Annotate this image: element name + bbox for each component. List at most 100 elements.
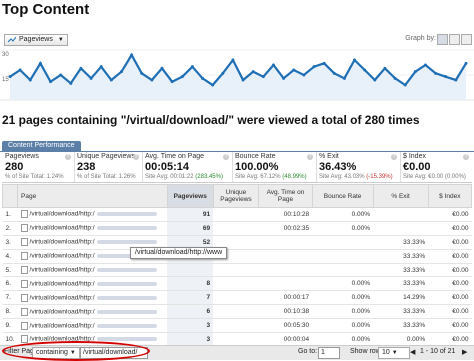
help-icon[interactable]: ? [223,154,229,160]
data-point[interactable] [292,68,296,72]
data-point[interactable] [322,61,326,65]
table-row[interactable]: 4./virtual/download/http:/3133.33%€0.00 [2,249,472,264]
table-row[interactable]: 2./virtual/download/http:/69 00:02:35 0.00… [2,221,472,236]
metric-value: €0.00 [403,161,431,173]
page-cell[interactable]: /virtual/download/http:/ [17,207,168,222]
help-icon[interactable]: ? [65,154,71,160]
data-point[interactable] [130,53,134,57]
bounce-rate-cell: 0.00% [312,290,374,306]
data-point[interactable] [160,66,164,70]
data-point[interactable] [99,65,103,69]
index-cell: €0.00 [428,263,472,278]
help-icon[interactable]: ? [391,154,397,160]
column-header-unique-pageviews[interactable]: Unique Pageviews [212,184,260,208]
tab-content-performance[interactable]: Content Performance [2,141,81,151]
data-point[interactable] [434,71,438,75]
graph-by-label: Graph by: [405,35,436,42]
data-point[interactable] [211,83,215,87]
data-point[interactable] [170,80,174,84]
data-point[interactable] [444,75,448,79]
page-icon [20,307,28,316]
next-page-button[interactable]: ▶ [462,348,467,356]
data-point[interactable] [271,63,275,67]
page-cell[interactable]: /virtual/download/http:/ [17,304,168,320]
data-point[interactable] [18,68,22,72]
page-cell[interactable]: /virtual/download/http:/ [17,263,168,278]
data-point[interactable] [423,63,427,67]
data-point[interactable] [38,61,42,65]
table-row[interactable]: 6./virtual/download/http:/8 0.00% 33.33% €0… [2,276,472,292]
data-point[interactable] [413,70,417,74]
column-header-exit[interactable]: % Exit [372,184,429,208]
data-point[interactable] [201,76,205,80]
data-point[interactable] [302,73,306,77]
table-row[interactable]: 3./virtual/download/http:/52 33.33% €0.00 [2,235,472,250]
page-icon [20,210,28,219]
avg-time-cell [258,276,313,292]
data-point[interactable] [261,75,265,79]
data-point[interactable] [231,58,235,62]
data-point[interactable] [251,70,255,74]
column-header-pageviews[interactable]: Pageviews [166,184,214,208]
data-point[interactable] [403,83,407,87]
data-point[interactable] [28,78,32,82]
column-header-page[interactable]: Page [17,184,168,208]
data-point[interactable] [59,73,63,77]
data-point[interactable] [373,78,377,82]
graph-by-day-button[interactable] [437,34,448,45]
metric-value: 36.43% [319,161,357,173]
data-point[interactable] [140,71,144,75]
data-point[interactable] [49,80,53,84]
data-point[interactable] [332,71,336,75]
metric-value: 280 [5,161,24,173]
show-rows-select[interactable]: 10 ▼ [378,347,410,359]
data-point[interactable] [8,75,12,79]
pagination-range: 1 - 10 of 21 [420,348,456,355]
table-row[interactable]: 5./virtual/download/http:/ 33.33% €0.00 [2,263,472,278]
data-point[interactable] [312,65,316,69]
data-point[interactable] [393,76,397,80]
page-cell[interactable]: /virtual/download/http:/ [17,221,168,236]
prev-page-button[interactable]: ◀ [410,348,415,356]
data-point[interactable] [190,65,194,69]
metric-subtext: Site Avg: 00:01:22 (283.45%) [145,174,223,180]
table-row[interactable]: 7./virtual/download/http:/7 00:00:17 0.00%… [2,290,472,306]
data-point[interactable] [282,76,286,80]
table-row[interactable]: 8./virtual/download/http:/6 00:10:38 0.00%… [2,304,472,320]
data-point[interactable] [221,71,225,75]
unique-pageviews-cell [213,304,259,320]
data-point[interactable] [342,76,346,80]
metric-dropdown[interactable]: Pageviews ▼ [4,34,68,46]
graph-by-week-button[interactable] [449,34,460,45]
data-point[interactable] [363,68,367,72]
column-header-bounce-rate[interactable]: Bounce Rate [311,184,374,208]
help-icon[interactable]: ? [463,154,469,160]
data-point[interactable] [241,78,245,82]
data-point[interactable] [119,70,123,74]
data-point[interactable] [454,78,458,82]
data-point[interactable] [383,66,387,70]
page-cell[interactable]: /virtual/download/http:/ [17,276,168,292]
data-point[interactable] [89,76,93,80]
avg-time-cell: 00:02:35 [258,221,313,236]
data-point[interactable] [180,75,184,79]
data-point[interactable] [109,78,113,82]
column-header-index [1,184,19,208]
table-row[interactable]: 9./virtual/download/http:/3 00:05:30 0.00%… [2,318,472,334]
page-cell[interactable]: /virtual/download/http:/ [17,318,168,334]
graph-by-month-button[interactable] [461,34,472,45]
row-index: 6. [2,276,18,292]
goto-input[interactable]: 1 [318,347,340,359]
bounce-rate-cell: 0.00% [312,304,374,320]
data-point[interactable] [464,61,468,65]
data-point[interactable] [79,66,83,70]
data-point[interactable] [69,81,73,85]
data-point[interactable] [150,78,154,82]
data-point[interactable] [353,58,357,62]
help-icon[interactable]: ? [307,154,313,160]
column-header-avg-time[interactable]: Avg. Time on Page [258,184,313,208]
page-cell[interactable]: /virtual/download/http:/ [17,290,168,306]
help-icon[interactable]: ? [133,154,139,160]
table-row[interactable]: 1./virtual/download/http:/91 00:10:28 0.00… [2,207,472,222]
column-header-index-value[interactable]: $ Index [427,184,473,208]
